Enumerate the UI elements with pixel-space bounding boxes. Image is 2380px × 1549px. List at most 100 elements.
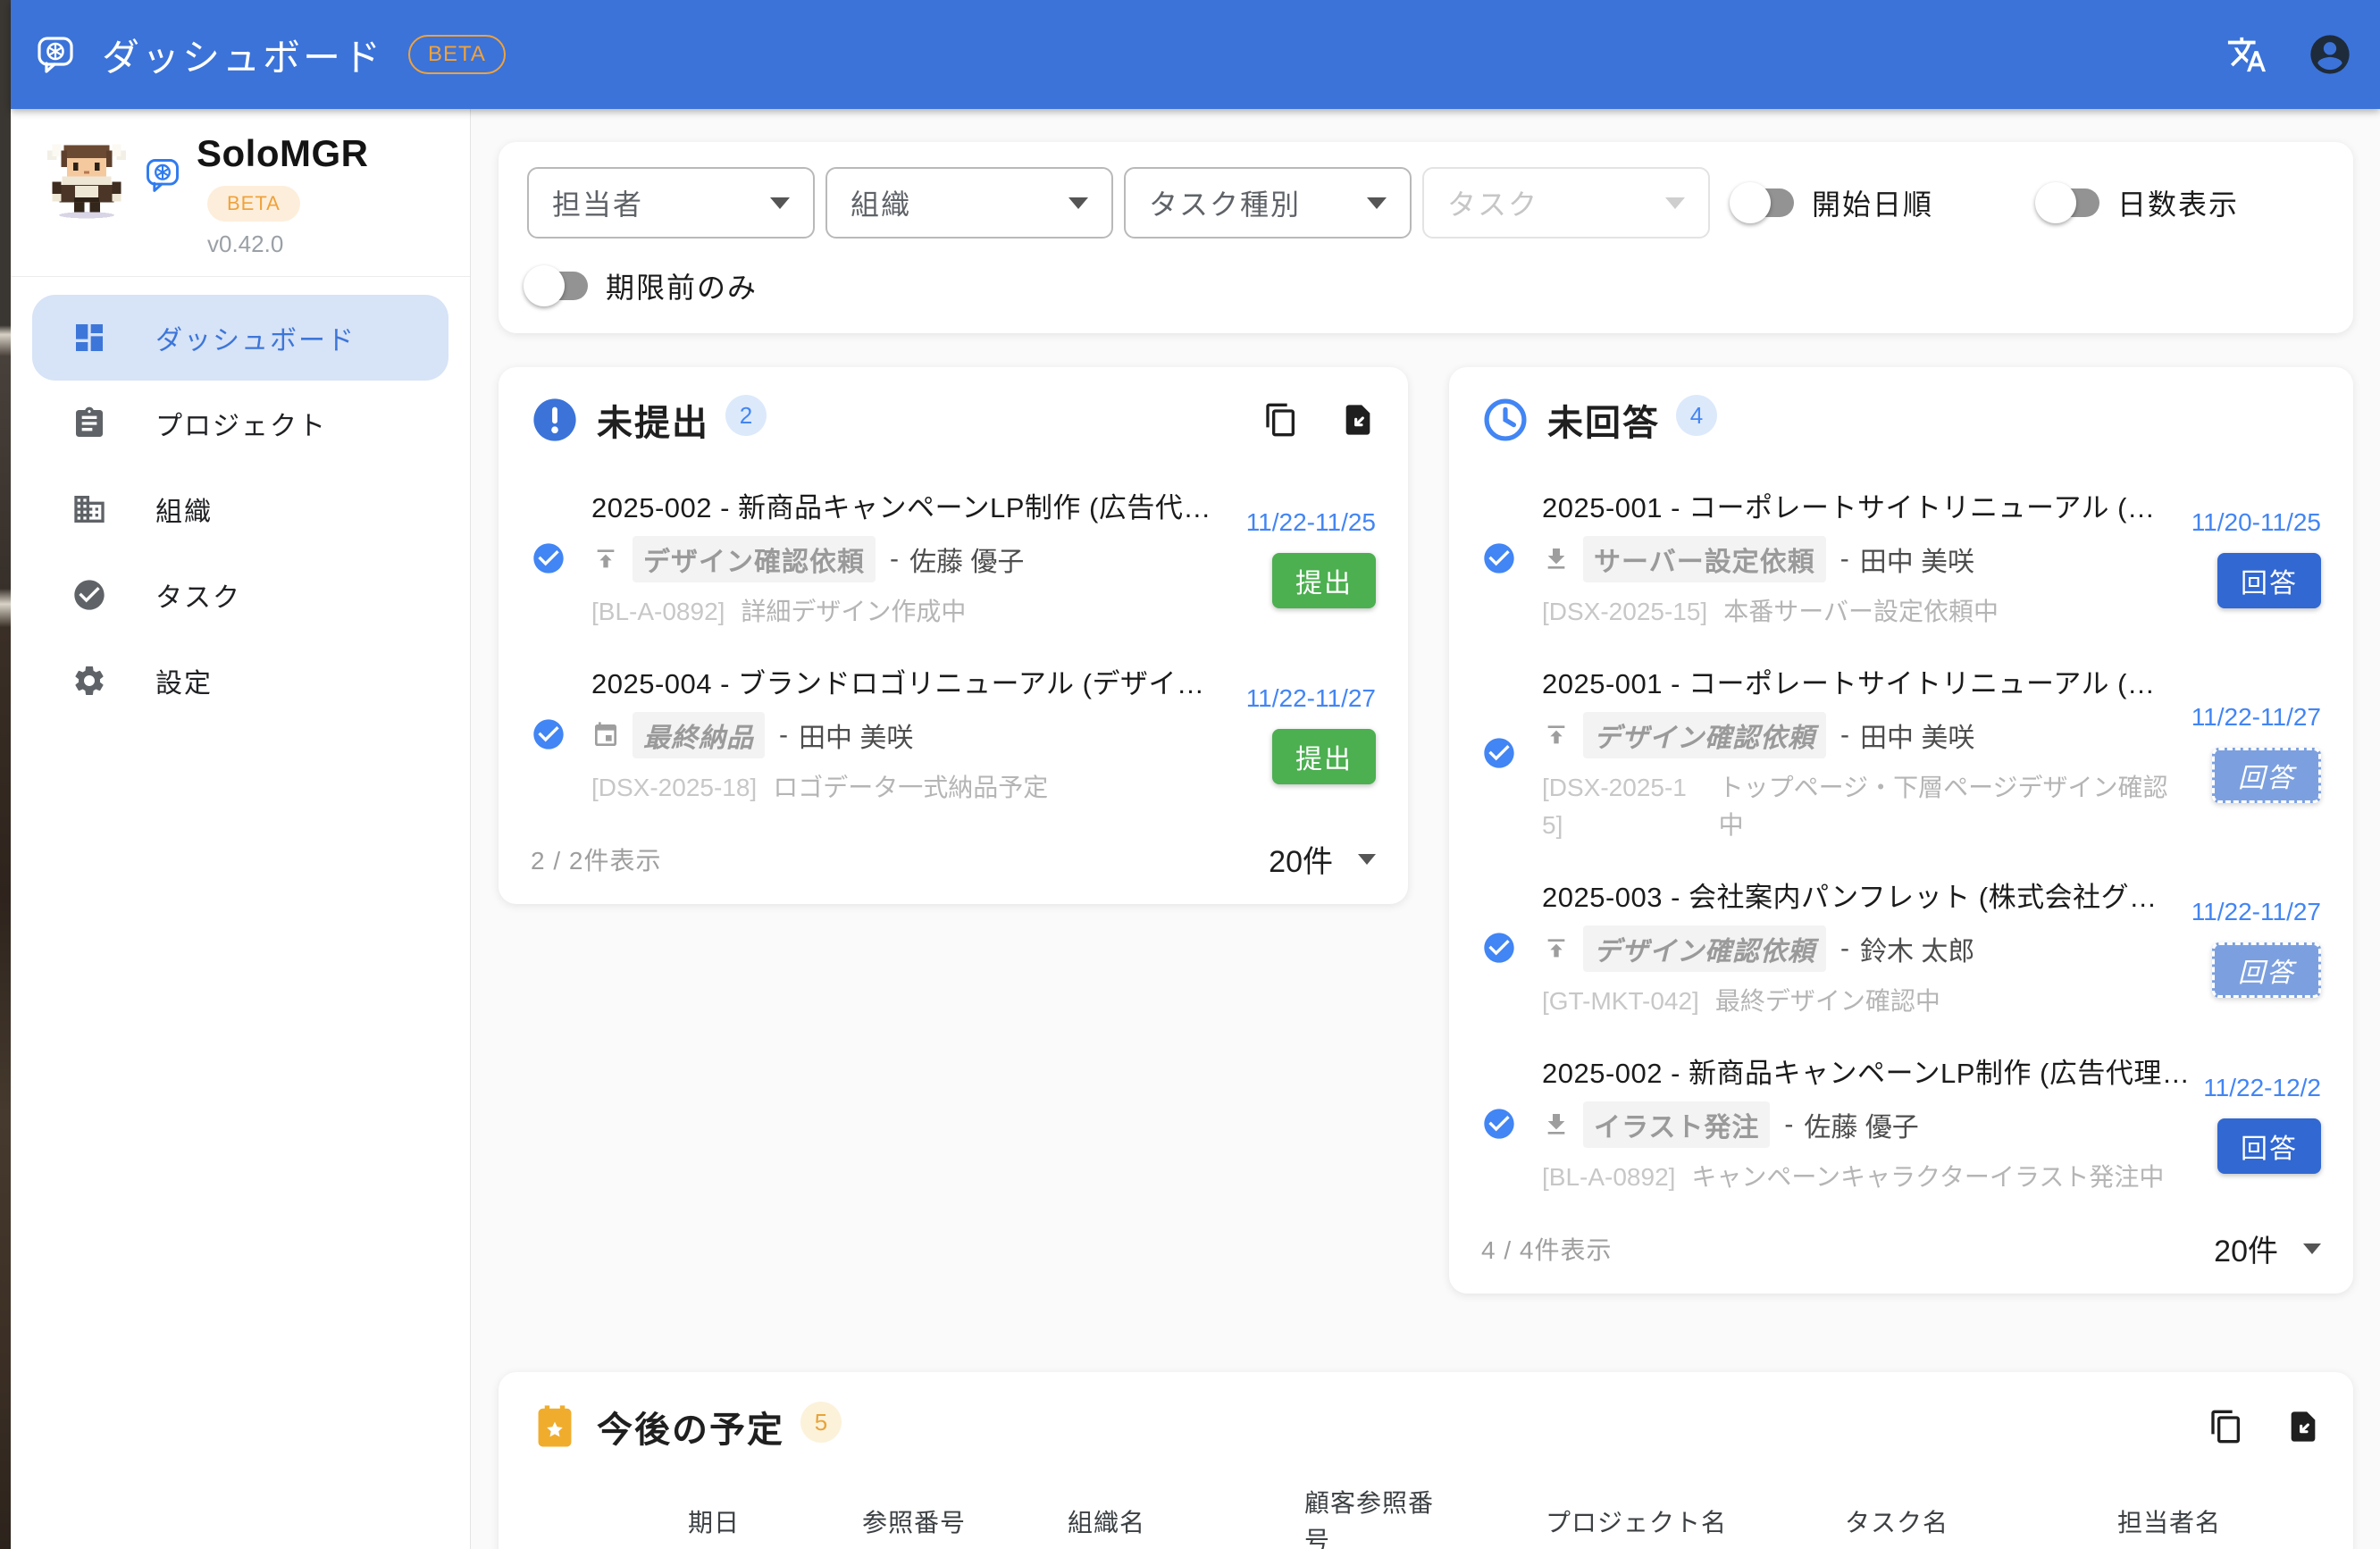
unsubmitted-card: 未提出 2 2025-002 - 新商品キャンペーンLP制作 (広告代… デザイン… [499, 367, 1408, 904]
task-item-body: 2025-002 - 新商品キャンペーンLP制作 (広告代…デザイン確認依頼-佐… [591, 485, 1234, 631]
sidebar-item-label: プロジェクト [155, 404, 327, 443]
task-item: 2025-004 - ブランドロゴリニューアル (デザイ…最終納品-田中 美咲[… [531, 661, 1376, 807]
upload-icon [1542, 934, 1571, 963]
sidebar-item-プロジェクト[interactable]: プロジェクト [32, 381, 448, 466]
toggle-期限前のみ[interactable]: 期限前のみ [527, 265, 758, 306]
assignee-name: 田中 美咲 [1860, 540, 1974, 579]
status-text: 本番サーバー設定依頼中 [1723, 593, 1999, 631]
answer-button[interactable]: 回答 [2217, 553, 2321, 608]
assignee-name: 鈴木 太郎 [1860, 929, 1974, 968]
toggle-開始日順[interactable]: 開始日順 [1733, 182, 1933, 223]
toggle-日数表示[interactable]: 日数表示 [2039, 182, 2239, 223]
dashboard-screen: ダッシュボード BETA [0, 0, 2380, 1549]
submit-button[interactable]: 提出 [1272, 553, 1376, 608]
card-title: 未提出 [597, 394, 709, 446]
task-item-body: 2025-002 - 新商品キャンペーンLP制作 (広告代理…イラスト発注-佐藤… [1542, 1051, 2191, 1196]
beta-badge: BETA [207, 186, 300, 222]
copy-icon[interactable] [1263, 402, 1299, 438]
count-badge: 4 [1676, 395, 1717, 436]
export-file-icon[interactable] [2285, 1409, 2321, 1444]
task-item-title: 2025-003 - 会社案内パンフレット (株式会社グ… [1542, 875, 2179, 915]
chevron-down-icon [1068, 197, 1088, 209]
submit-button[interactable]: 提出 [1272, 729, 1376, 784]
calendar-icon [591, 721, 620, 749]
task-item: 2025-001 - コーポレートサイトリニューアル (…サーバー設定依頼-田中… [1481, 485, 2321, 631]
task-item-actions: 11/22-11/27回答 [2191, 898, 2321, 998]
toggle-switch[interactable] [1737, 188, 1794, 217]
column-header: 組織名 [1068, 1467, 1304, 1549]
filter-select-組織[interactable]: 組織 [825, 167, 1113, 239]
answer-button[interactable]: 回答 [2212, 748, 2321, 803]
toggle-switch[interactable] [531, 272, 588, 300]
status-text: ロゴデータ一式納品予定 [773, 769, 1048, 807]
column-header-text: 参照番号 [862, 1504, 966, 1542]
task-item-actions: 11/22-12/2回答 [2203, 1074, 2321, 1174]
task-type-chip: 最終納品 [633, 712, 765, 758]
column-header-text: タスク名 [1845, 1504, 1948, 1542]
toggle-label: 期限前のみ [606, 265, 758, 306]
reference-number: [GT-MKT-042] [1542, 983, 1699, 1020]
check-circle-icon [1481, 930, 1517, 966]
reference-number: [DSX-2025-15] [1542, 593, 1707, 631]
status-text: 詳細デザイン作成中 [741, 593, 966, 631]
date-range: 11/22-11/27 [2191, 703, 2321, 732]
account-circle-icon[interactable] [2307, 31, 2353, 78]
pagination-label: 4 / 4件表示 [1481, 1231, 1612, 1267]
task-check-icon [71, 577, 107, 613]
answer-button[interactable]: 回答 [2212, 942, 2321, 998]
chevron-down-icon [770, 197, 790, 209]
filter-select-担当者[interactable]: 担当者 [527, 167, 815, 239]
export-file-icon[interactable] [1340, 402, 1376, 438]
toggle-label: 開始日順 [1812, 182, 1933, 223]
task-status-line: [GT-MKT-042]最終デザイン確認中 [1542, 983, 2179, 1020]
status-text: トップページ・下層ページデザイン確認中 [1719, 769, 2179, 844]
app-logo-chat-icon [34, 33, 77, 76]
check-circle-icon [1481, 735, 1517, 771]
task-type-chip: デザイン確認依頼 [633, 536, 876, 582]
column-header-text: プロジェクト名 [1546, 1504, 1727, 1542]
column-header-text: 担当者名 [2117, 1504, 2221, 1542]
task-item-body: 2025-003 - 会社案内パンフレット (株式会社グ…デザイン確認依頼-鈴木… [1542, 875, 2179, 1020]
app-version: v0.42.0 [207, 230, 368, 258]
task-type-line: 最終納品-田中 美咲 [591, 712, 1234, 758]
separator: - [1840, 720, 1849, 750]
sidebar-item-組織[interactable]: 組織 [32, 466, 448, 552]
avatar [43, 132, 130, 220]
task-item-title: 2025-001 - コーポレートサイトリニューアル (… [1542, 661, 2179, 701]
chevron-down-icon [2303, 1243, 2321, 1254]
sidebar-item-label: 設定 [155, 661, 213, 700]
column-header-text: 期日 [688, 1504, 740, 1542]
page-size-select[interactable]: 20件 [1269, 837, 1376, 881]
copy-icon[interactable] [2208, 1409, 2244, 1444]
date-range: 11/20-11/25 [2191, 508, 2321, 537]
task-item: 2025-003 - 会社案内パンフレット (株式会社グ…デザイン確認依頼-鈴木… [1481, 875, 2321, 1020]
filter-select-タスク種別[interactable]: タスク種別 [1124, 167, 1412, 239]
sidebar-item-設定[interactable]: 設定 [32, 638, 448, 724]
task-type-chip: デザイン確認依頼 [1583, 925, 1826, 972]
task-status-line: [BL-A-0892]詳細デザイン作成中 [591, 593, 1234, 631]
separator: - [890, 544, 899, 574]
card-title: 今後の予定 [597, 1401, 784, 1453]
reference-number: [DSX-2025-15] [1542, 769, 1703, 844]
sidebar-item-タスク[interactable]: タスク [32, 552, 448, 638]
pagination-label: 2 / 2件表示 [531, 841, 661, 877]
translate-icon[interactable] [2226, 34, 2267, 75]
filter-select-タスク[interactable]: タスク [1422, 167, 1710, 239]
answer-button[interactable]: 回答 [2217, 1118, 2321, 1174]
page-size-select[interactable]: 20件 [2214, 1227, 2321, 1270]
sidebar-item-ダッシュボード[interactable]: ダッシュボード [32, 295, 448, 381]
column-header: プロジェクト名 [1546, 1467, 1845, 1549]
task-type-line: サーバー設定依頼-田中 美咲 [1542, 536, 2179, 582]
upload-icon [591, 545, 620, 574]
sidebar-item-label: 組織 [155, 490, 213, 529]
task-type-chip: デザイン確認依頼 [1583, 712, 1826, 758]
toggle-switch[interactable] [2042, 188, 2099, 217]
check-circle-icon [531, 716, 566, 752]
assignee-name: 田中 美咲 [1860, 716, 1974, 755]
toggle-label: 日数表示 [2117, 182, 2239, 223]
count-badge: 2 [725, 395, 767, 436]
task-item-title: 2025-002 - 新商品キャンペーンLP制作 (広告代… [591, 485, 1234, 525]
separator: - [1784, 1109, 1793, 1140]
task-status-line: [DSX-2025-18]ロゴデータ一式納品予定 [591, 769, 1234, 807]
column-header-icon [531, 1467, 688, 1549]
